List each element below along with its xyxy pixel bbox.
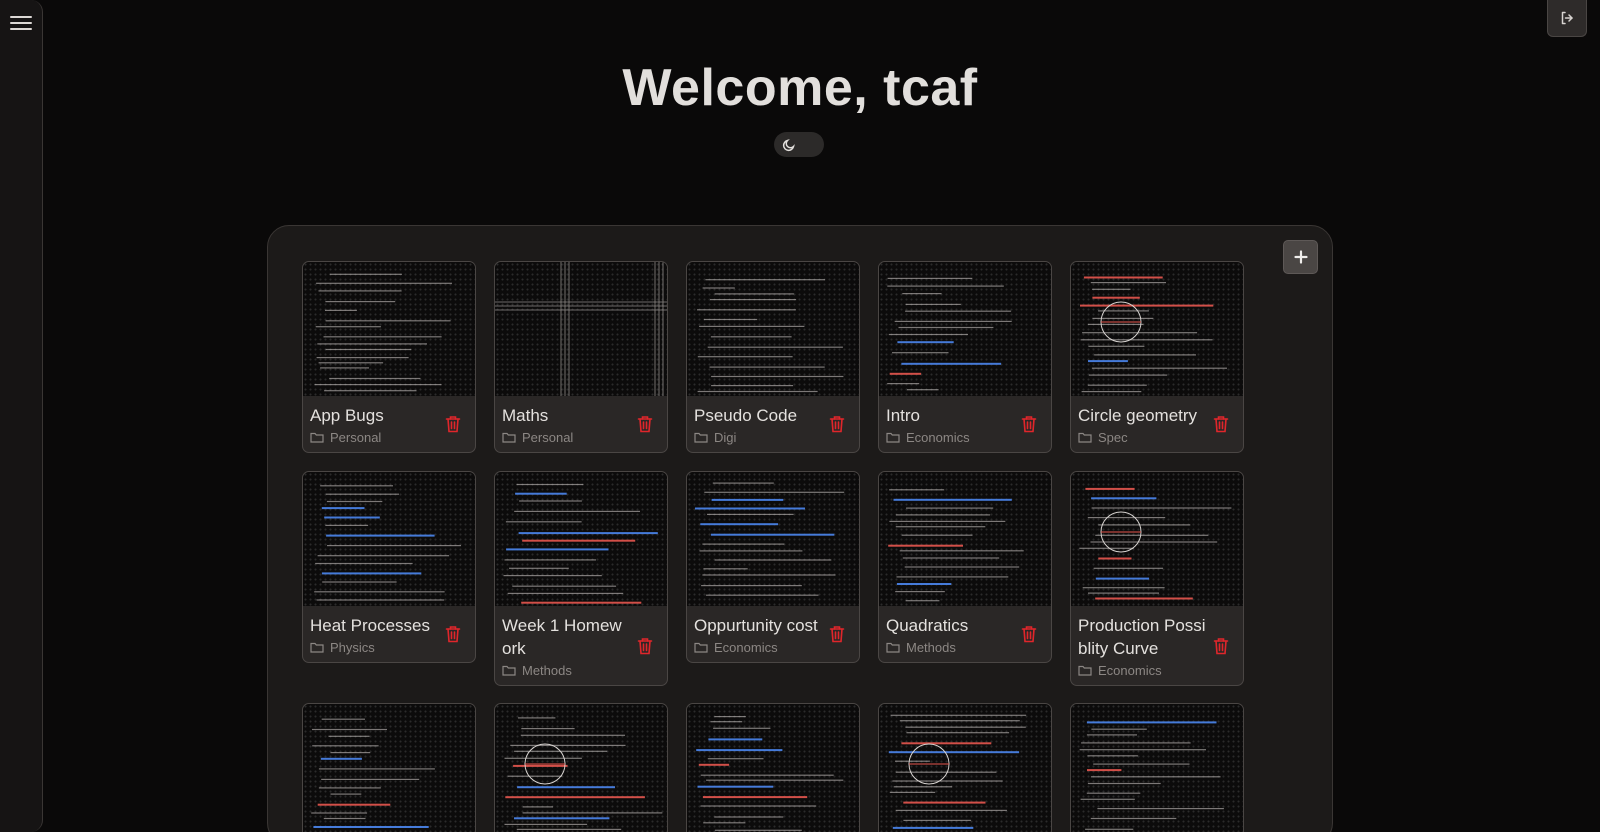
note-info: Circle geometry Spec [1071, 396, 1243, 452]
trash-icon[interactable] [444, 414, 462, 434]
note-thumbnail [303, 472, 475, 606]
sidebar [0, 0, 43, 832]
note-thumbnail [687, 472, 859, 606]
note-title: Intro [886, 406, 921, 425]
note-card[interactable] [494, 703, 668, 832]
note-title: Maths [502, 406, 549, 425]
folder-icon [310, 432, 324, 443]
trash-icon[interactable] [636, 414, 654, 434]
note-thumbnail [1071, 262, 1243, 396]
moon-icon [779, 135, 798, 154]
note-thumbnail [879, 262, 1051, 396]
note-info: Week 1 Homework Methods [495, 606, 667, 685]
note-folder-label: Economics [906, 430, 970, 445]
theme-toggle[interactable] [774, 132, 824, 157]
folder-icon [1078, 432, 1092, 443]
trash-icon[interactable] [1020, 414, 1038, 434]
note-title: App Bugs [310, 406, 384, 425]
note-thumbnail [495, 262, 667, 396]
note-thumbnail [1071, 704, 1243, 832]
note-thumbnail [495, 472, 667, 606]
note-thumbnail [687, 704, 859, 832]
note-card[interactable]: Week 1 Homework Methods [494, 471, 668, 686]
note-card[interactable] [302, 703, 476, 832]
note-title: Circle geometry [1078, 406, 1198, 425]
note-info: Heat Processes Physics [303, 606, 475, 662]
note-folder-label: Economics [714, 640, 778, 655]
folder-icon [694, 432, 708, 443]
note-folder-label: Methods [522, 663, 572, 678]
note-folder-label: Personal [330, 430, 382, 445]
note-card[interactable]: Quadratics Methods [878, 471, 1052, 663]
trash-icon[interactable] [444, 624, 462, 644]
note-card[interactable]: Heat Processes Physics [302, 471, 476, 663]
note-folder-label: Spec [1098, 430, 1128, 445]
note-thumbnail [687, 262, 859, 396]
note-thumbnail [1071, 472, 1243, 606]
note-info: Maths Personal [495, 396, 667, 452]
note-title: Oppurtunity cost [694, 616, 818, 635]
note-card[interactable]: Pseudo Code Digi [686, 261, 860, 453]
page-title: Welcome, tcaf [622, 59, 978, 117]
note-folder-label: Digi [714, 430, 737, 445]
note-info: Pseudo Code Digi [687, 396, 859, 452]
trash-icon[interactable] [1212, 414, 1230, 434]
note-folder-label: Personal [522, 430, 574, 445]
note-card[interactable] [686, 703, 860, 832]
note-thumbnail [495, 704, 667, 832]
trash-icon[interactable] [636, 636, 654, 656]
note-info: Oppurtunity cost Economics [687, 606, 859, 662]
folder-icon [502, 432, 516, 443]
trash-icon[interactable] [828, 414, 846, 434]
hamburger-menu-icon[interactable] [8, 12, 34, 34]
note-card[interactable]: Circle geometry Spec [1070, 261, 1244, 453]
note-info: Production Possiblity Curve Economics [1071, 606, 1243, 685]
trash-icon[interactable] [1212, 636, 1230, 656]
note-folder-label: Physics [330, 640, 375, 655]
note-card[interactable]: App Bugs Personal [302, 261, 476, 453]
trash-icon[interactable] [1020, 624, 1038, 644]
folder-icon [310, 642, 324, 653]
note-card[interactable]: Intro Economics [878, 261, 1052, 453]
note-info: Intro Economics [879, 396, 1051, 452]
folder-icon [886, 642, 900, 653]
trash-icon[interactable] [828, 624, 846, 644]
folder-icon [886, 432, 900, 443]
add-note-button[interactable] [1283, 240, 1318, 274]
note-title: Week 1 Homework [502, 616, 622, 658]
note-thumbnail [303, 262, 475, 396]
note-card[interactable]: Production Possiblity Curve Economics [1070, 471, 1244, 686]
note-title: Heat Processes [310, 616, 430, 635]
logout-button[interactable] [1547, 0, 1587, 37]
note-title: Quadratics [886, 616, 969, 635]
note-card[interactable] [1070, 703, 1244, 832]
note-thumbnail [879, 704, 1051, 832]
folder-icon [694, 642, 708, 653]
note-folder-label: Methods [906, 640, 956, 655]
note-thumbnail [303, 704, 475, 832]
note-title: Production Possiblity Curve [1078, 616, 1206, 658]
plus-icon [1293, 250, 1308, 264]
note-thumbnail [879, 472, 1051, 606]
folder-icon [502, 665, 516, 676]
note-card[interactable] [878, 703, 1052, 832]
folder-icon [1078, 665, 1092, 676]
note-folder-label: Economics [1098, 663, 1162, 678]
note-card[interactable]: Oppurtunity cost Economics [686, 471, 860, 663]
note-info: App Bugs Personal [303, 396, 475, 452]
logout-icon [1561, 11, 1573, 25]
note-title: Pseudo Code [694, 406, 798, 425]
note-folder: Methods [502, 662, 660, 679]
note-info: Quadratics Methods [879, 606, 1051, 662]
note-card[interactable]: Maths Personal [494, 261, 668, 453]
note-folder: Economics [1078, 662, 1236, 679]
